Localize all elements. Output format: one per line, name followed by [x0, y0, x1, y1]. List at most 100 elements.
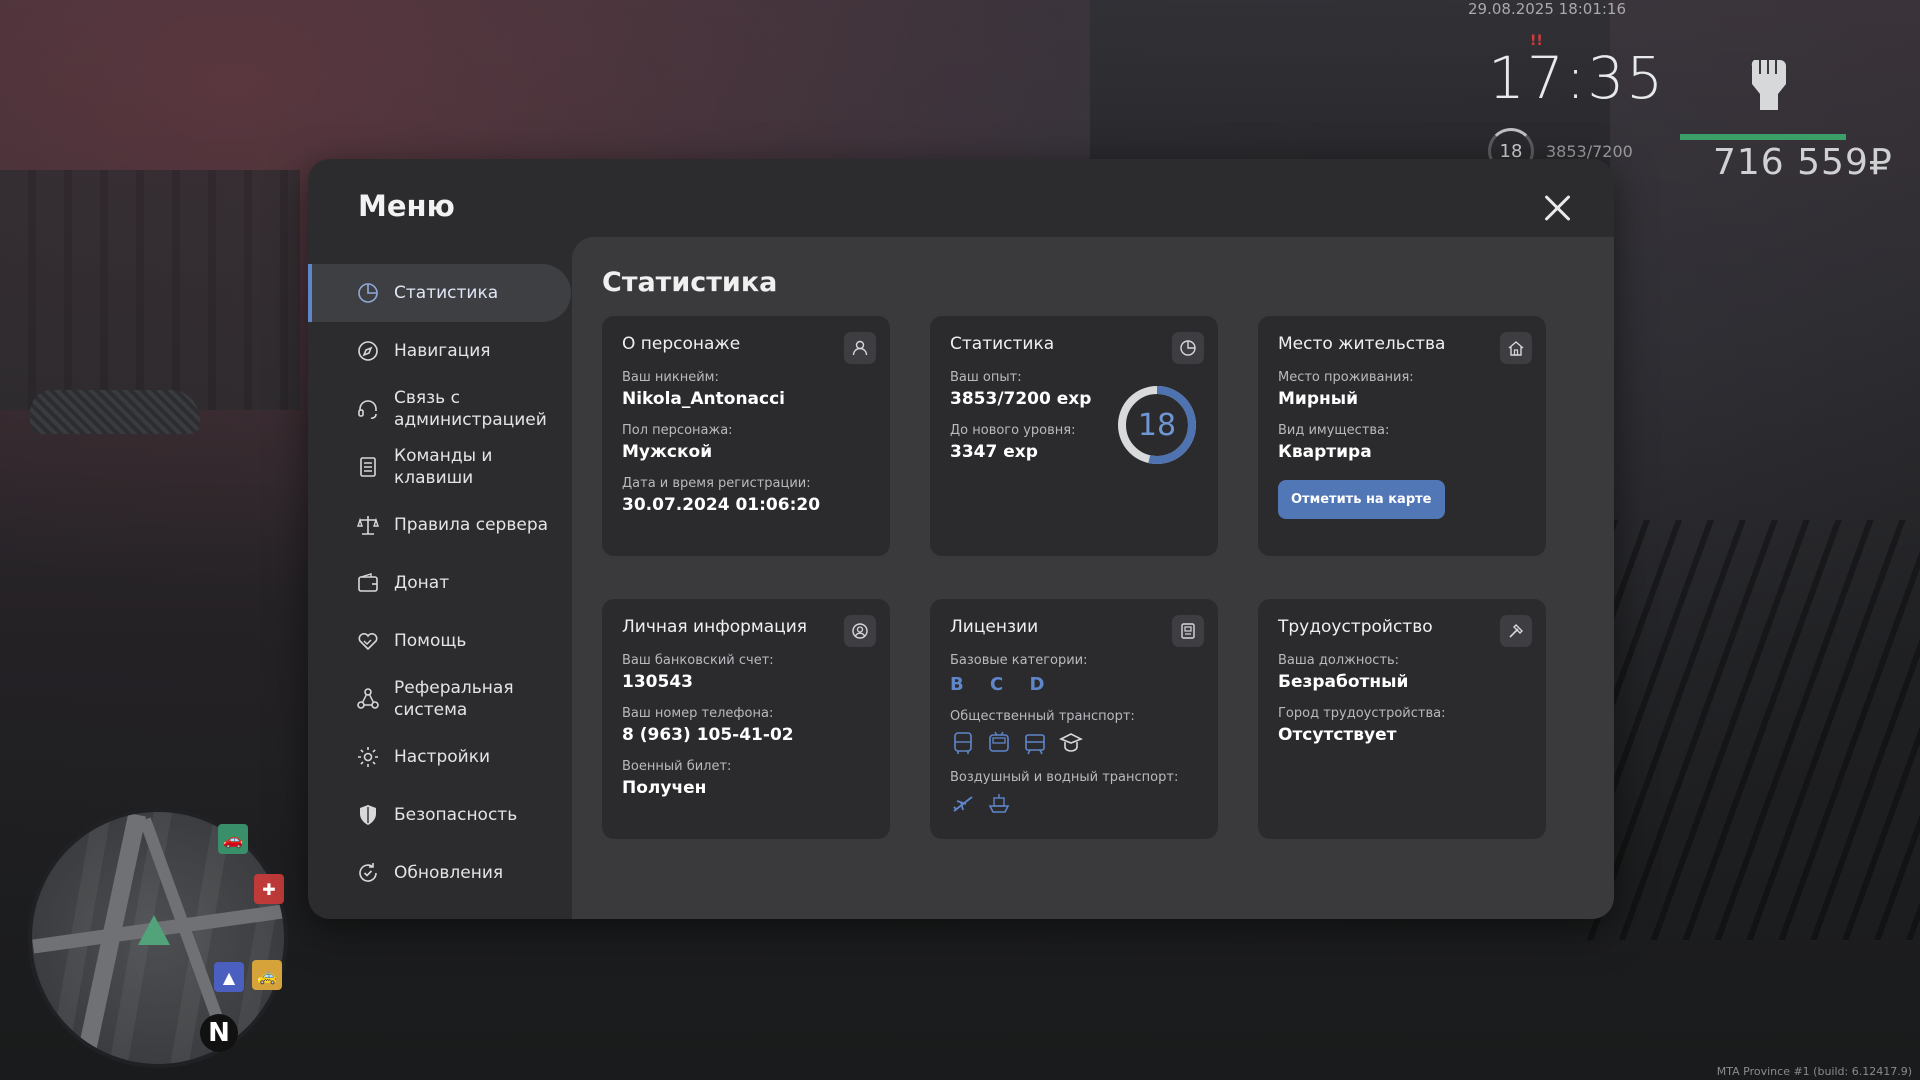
- property-type-value: Квартира: [1278, 442, 1372, 462]
- build-info: MTA Province #1 (build: 6.12417.9): [1716, 1065, 1912, 1078]
- position-value: Безработный: [1278, 672, 1409, 692]
- gear-icon: [356, 745, 380, 769]
- home-icon: [1500, 332, 1532, 364]
- military-id-label: Военный билет:: [622, 759, 732, 774]
- bank-account-label: Ваш банковский счет:: [622, 653, 774, 668]
- sidebar-item-label: Статистика: [394, 283, 499, 303]
- card-personal-info: Личная информация Ваш банковский счет: 1…: [602, 599, 890, 839]
- sidebar-item-navigation[interactable]: Навигация: [308, 322, 571, 380]
- sidebar-item-settings[interactable]: Настройки: [308, 728, 571, 786]
- menu-title: Меню: [358, 189, 455, 223]
- card-title: Трудоустройство: [1278, 617, 1433, 637]
- base-categories-value: B C D: [950, 674, 1055, 695]
- air-water-transport-icons: [950, 791, 1198, 817]
- sidebar-item-label: Настройки: [394, 747, 491, 767]
- sidebar-item-referral[interactable]: Реферальная система: [308, 670, 571, 728]
- card-residence: Место жительства Место проживания: Мирны…: [1258, 316, 1546, 556]
- boat-icon: [988, 794, 1010, 813]
- close-icon[interactable]: [1542, 193, 1572, 223]
- nick-label: Ваш никнейм:: [622, 370, 719, 385]
- user-circle-icon: [844, 615, 876, 647]
- public-transport-label: Общественный транспорт:: [950, 709, 1135, 724]
- sidebar-item-help[interactable]: Помощь: [308, 612, 571, 670]
- card-title: Личная информация: [622, 617, 808, 637]
- minimap-north-indicator: N: [200, 1014, 238, 1052]
- sidebar-item-label: Команды и клавиши: [394, 446, 493, 488]
- position-label: Ваша должность:: [1278, 653, 1400, 668]
- card-title: Место жительства: [1278, 334, 1446, 354]
- mark-on-map-button[interactable]: Отметить на карте: [1278, 480, 1445, 519]
- phone-value: 8 (963) 105-41-02: [622, 725, 794, 745]
- card-title: О персонаже: [622, 334, 741, 354]
- sidebar-item-statistics[interactable]: Статистика: [308, 264, 571, 322]
- fist-icon: [1742, 52, 1798, 114]
- hammer-icon: [1500, 615, 1532, 647]
- compass-icon: [356, 339, 380, 363]
- minimap-hospital-icon: ✚: [254, 874, 284, 904]
- hud-health-bar: [1680, 134, 1846, 140]
- residence-place-label: Место проживания:: [1278, 370, 1414, 385]
- sidebar-item-donate[interactable]: Донат: [308, 554, 571, 612]
- refresh-icon: [356, 861, 380, 885]
- residence-place-value: Мирный: [1278, 389, 1359, 409]
- sidebar-item-label: Связь с администрацией: [394, 388, 547, 430]
- trolleybus-icon: [989, 731, 1009, 752]
- background-building: [0, 170, 300, 410]
- level-number: 18: [1137, 407, 1177, 443]
- content-area: Статистика О персонаже Ваш никнейм: Niko…: [572, 237, 1614, 919]
- background-car: [30, 390, 200, 434]
- nick-value: Nikola_Antonacci: [622, 389, 786, 409]
- registration-value: 30.07.2024 01:06:20: [622, 495, 821, 515]
- registration-label: Дата и время регистрации:: [622, 476, 811, 491]
- sidebar-item-label: Безопасность: [394, 805, 518, 825]
- document-icon: [356, 455, 380, 479]
- tram-icon: [1025, 734, 1045, 755]
- id-card-icon: [1172, 615, 1204, 647]
- network-icon: [356, 687, 380, 711]
- hud-date: 29.08.2025 18:01:16: [1468, 0, 1627, 18]
- background-fence: [1580, 520, 1920, 940]
- card-employment: Трудоустройство Ваша должность: Безработ…: [1258, 599, 1546, 839]
- plane-icon: [953, 796, 973, 812]
- base-categories-label: Базовые категории:: [950, 653, 1088, 668]
- user-icon: [844, 332, 876, 364]
- sidebar-item-security[interactable]: Безопасность: [308, 786, 571, 844]
- sidebar-item-label: Навигация: [394, 341, 491, 361]
- property-type-label: Вид имущества:: [1278, 423, 1390, 438]
- driver-cap-icon: [1059, 733, 1083, 752]
- card-licenses: Лицензии Базовые категории: B C D Общест…: [930, 599, 1218, 839]
- card-statistics: Статистика Ваш опыт: 3853/7200 exp До но…: [930, 316, 1218, 556]
- minimap-player-icon: [138, 915, 170, 945]
- gender-value: Мужской: [622, 442, 713, 462]
- sidebar-item-updates[interactable]: Обновления: [308, 844, 571, 902]
- bus-icon: [954, 732, 972, 754]
- sidebar-item-label: Обновления: [394, 863, 504, 883]
- phone-label: Ваш номер телефона:: [622, 706, 774, 721]
- card-character: О персонаже Ваш никнейм: Nikola_Antonacc…: [602, 316, 890, 556]
- sidebar: Статистика Навигация Связь с администрац…: [308, 264, 571, 902]
- sidebar-item-admin-contact[interactable]: Связь с администрацией: [308, 380, 571, 438]
- sidebar-item-commands[interactable]: Команды и клавиши: [308, 438, 571, 496]
- hud-money: 716 559₽: [1713, 142, 1893, 183]
- exp-label: Ваш опыт:: [950, 370, 1022, 385]
- card-title: Лицензии: [950, 617, 1039, 637]
- public-transport-icons: [950, 730, 1198, 756]
- shield-icon: [356, 803, 380, 827]
- minimap-car-icon: 🚗: [218, 824, 248, 854]
- minimap-poi-icon: ▲: [214, 962, 244, 992]
- sidebar-item-label: Донат: [394, 573, 450, 593]
- pie-chart-icon: [1172, 332, 1204, 364]
- hud-time: 17:35: [1488, 44, 1666, 112]
- sidebar-item-label: Реферальная система: [394, 678, 514, 720]
- hud-health-fill: [1680, 134, 1846, 140]
- handshake-heart-icon: [356, 629, 380, 653]
- bank-account-value: 130543: [622, 672, 693, 692]
- pie-chart-icon: [356, 281, 380, 305]
- sidebar-item-label: Помощь: [394, 631, 467, 651]
- minimap-taxi-icon: 🚕: [252, 960, 282, 990]
- gender-label: Пол персонажа:: [622, 423, 733, 438]
- air-water-transport-label: Воздушный и водный транспорт:: [950, 770, 1179, 785]
- employment-city-value: Отсутствует: [1278, 725, 1397, 745]
- military-id-value: Получен: [622, 778, 707, 798]
- sidebar-item-rules[interactable]: Правила сервера: [308, 496, 571, 554]
